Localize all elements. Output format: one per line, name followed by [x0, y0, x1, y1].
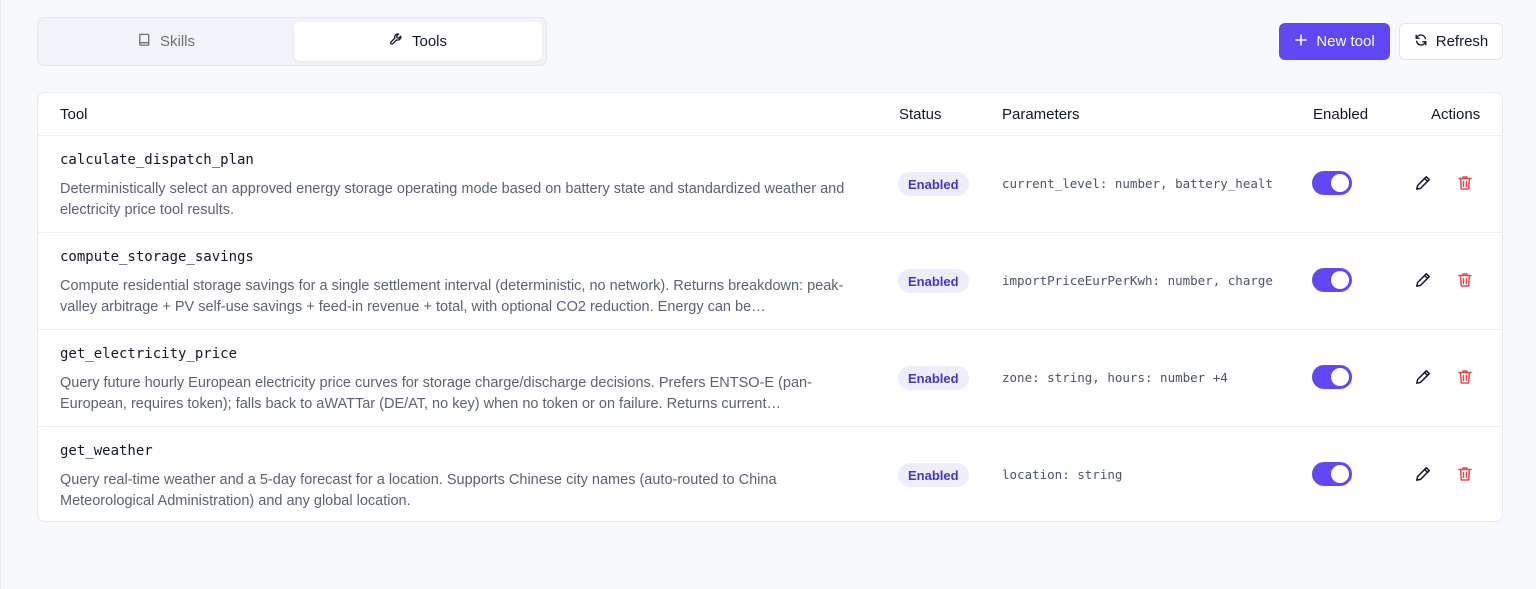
enabled-toggle[interactable]: [1312, 171, 1352, 195]
plus-icon: [1294, 33, 1308, 51]
pencil-icon[interactable]: [1414, 465, 1432, 483]
table-row: compute_storage_savings Compute resident…: [38, 233, 1502, 330]
pencil-icon[interactable]: [1414, 271, 1432, 289]
trash-icon[interactable]: [1456, 174, 1474, 192]
toggle-knob: [1331, 368, 1349, 386]
new-tool-button[interactable]: New tool: [1279, 23, 1390, 60]
tool-description: Query real-time weather and a 5-day fore…: [60, 472, 777, 509]
tool-parameters: location: string: [1002, 467, 1123, 482]
table-header: Tool Status Parameters Enabled Actions: [38, 93, 1502, 136]
tool-parameters: importPriceEurPerKwh: number, charge: [1002, 273, 1273, 288]
toggle-knob: [1331, 271, 1349, 289]
wrench-icon: [389, 32, 404, 51]
tools-page: Skills Tools New tool Refresh Tool Statu…: [0, 0, 1536, 589]
header-tool: Tool: [60, 106, 88, 123]
refresh-label: Refresh: [1435, 33, 1489, 50]
tool-description: Compute residential storage savings for …: [60, 278, 844, 315]
tab-tools-label: Tools: [411, 33, 448, 50]
pencil-icon[interactable]: [1414, 174, 1432, 192]
tool-name: calculate_dispatch_plan: [60, 152, 254, 168]
tab-skills-label: Skills: [159, 33, 195, 50]
tool-name: compute_storage_savings: [60, 249, 254, 265]
header-enabled: Enabled: [1313, 106, 1369, 123]
tool-parameters: current_level: number, battery_healt: [1002, 176, 1273, 191]
enabled-toggle[interactable]: [1312, 268, 1352, 292]
trash-icon[interactable]: [1456, 368, 1474, 386]
toggle-knob: [1331, 174, 1349, 192]
refresh-button[interactable]: Refresh: [1399, 23, 1503, 60]
header-actions: Actions: [1431, 106, 1481, 123]
tool-description: Query future hourly European electricity…: [60, 375, 812, 412]
toggle-knob: [1331, 465, 1349, 483]
pencil-icon[interactable]: [1414, 368, 1432, 386]
tool-name: get_weather: [60, 443, 153, 459]
skills-tools-tabs: Skills Tools: [37, 17, 547, 66]
header-parameters: Parameters: [1002, 106, 1080, 123]
status-badge: Enabled: [898, 172, 969, 196]
book-icon: [137, 32, 152, 51]
trash-icon[interactable]: [1456, 465, 1474, 483]
table-row: get_electricity_price Query future hourl…: [38, 330, 1502, 427]
tool-name: get_electricity_price: [60, 346, 238, 362]
status-badge: Enabled: [898, 269, 969, 293]
enabled-toggle[interactable]: [1312, 365, 1352, 389]
status-badge: Enabled: [898, 463, 969, 487]
table-row: get_weather Query real-time weather and …: [38, 427, 1502, 521]
tab-skills[interactable]: Skills: [42, 22, 290, 61]
refresh-icon: [1414, 33, 1428, 51]
tools-table: Tool Status Parameters Enabled Actions c…: [37, 92, 1503, 522]
header-status: Status: [899, 106, 942, 123]
tab-tools[interactable]: Tools: [294, 22, 542, 61]
tool-description: Deterministically select an approved ene…: [60, 181, 845, 218]
new-tool-label: New tool: [1316, 33, 1375, 50]
enabled-toggle[interactable]: [1312, 462, 1352, 486]
tool-parameters: zone: string, hours: number +4: [1002, 370, 1228, 385]
trash-icon[interactable]: [1456, 271, 1474, 289]
table-row: calculate_dispatch_plan Deterministicall…: [38, 136, 1502, 233]
status-badge: Enabled: [898, 366, 969, 390]
